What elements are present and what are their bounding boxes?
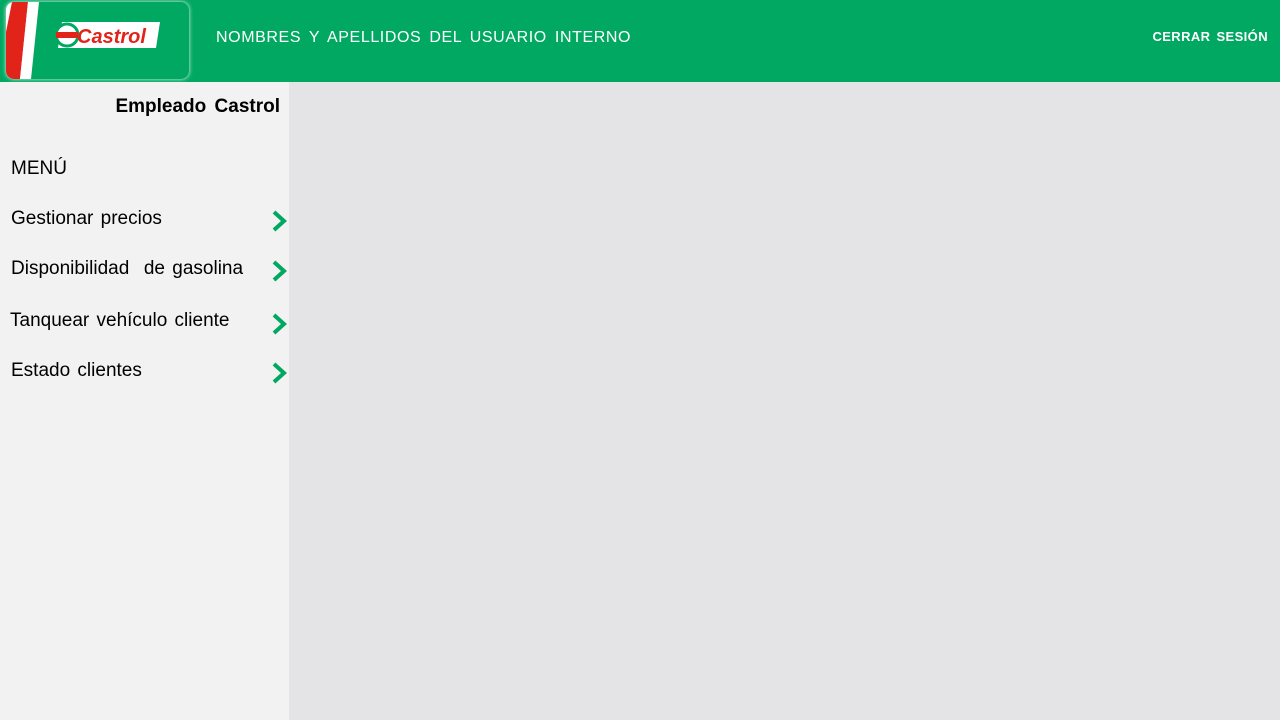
sidebar-item-estado-clientes[interactable]: Estado clientes	[0, 354, 289, 390]
svg-text:Castrol: Castrol	[77, 26, 146, 48]
chevron-right-icon	[272, 362, 287, 384]
sidebar: Empleado Castrol MENÚ Gestionar precios …	[0, 82, 289, 720]
chevron-right-icon	[272, 313, 287, 335]
sidebar-item-label: Disponibilidad de gasolina	[11, 258, 244, 279]
main-content-area	[289, 82, 1280, 720]
menu-heading: MENÚ	[11, 158, 67, 179]
sidebar-item-tanquear-vehiculo[interactable]: Tanquear vehículo cliente	[0, 303, 289, 339]
sidebar-item-gestionar-precios[interactable]: Gestionar precios	[0, 202, 289, 238]
castrol-logo[interactable]: Castrol	[6, 2, 189, 79]
castrol-logo-graphic: Castrol	[6, 2, 189, 79]
logout-link[interactable]: CERRAR SESIÓN	[1152, 29, 1268, 44]
user-role-label: Empleado Castrol	[115, 96, 280, 117]
internal-user-name: NOMBRES Y APELLIDOS DEL USUARIO INTERNO	[216, 29, 632, 46]
chevron-right-icon	[272, 210, 287, 232]
chevron-right-icon	[272, 260, 287, 282]
sidebar-item-label: Tanquear vehículo cliente	[10, 310, 230, 331]
top-header: Castrol NOMBRES Y APELLIDOS DEL USUARIO …	[0, 0, 1280, 82]
sidebar-item-disponibilidad-gasolina[interactable]: Disponibilidad de gasolina	[0, 252, 289, 288]
sidebar-item-label: Estado clientes	[11, 360, 142, 381]
sidebar-item-label: Gestionar precios	[11, 208, 162, 229]
